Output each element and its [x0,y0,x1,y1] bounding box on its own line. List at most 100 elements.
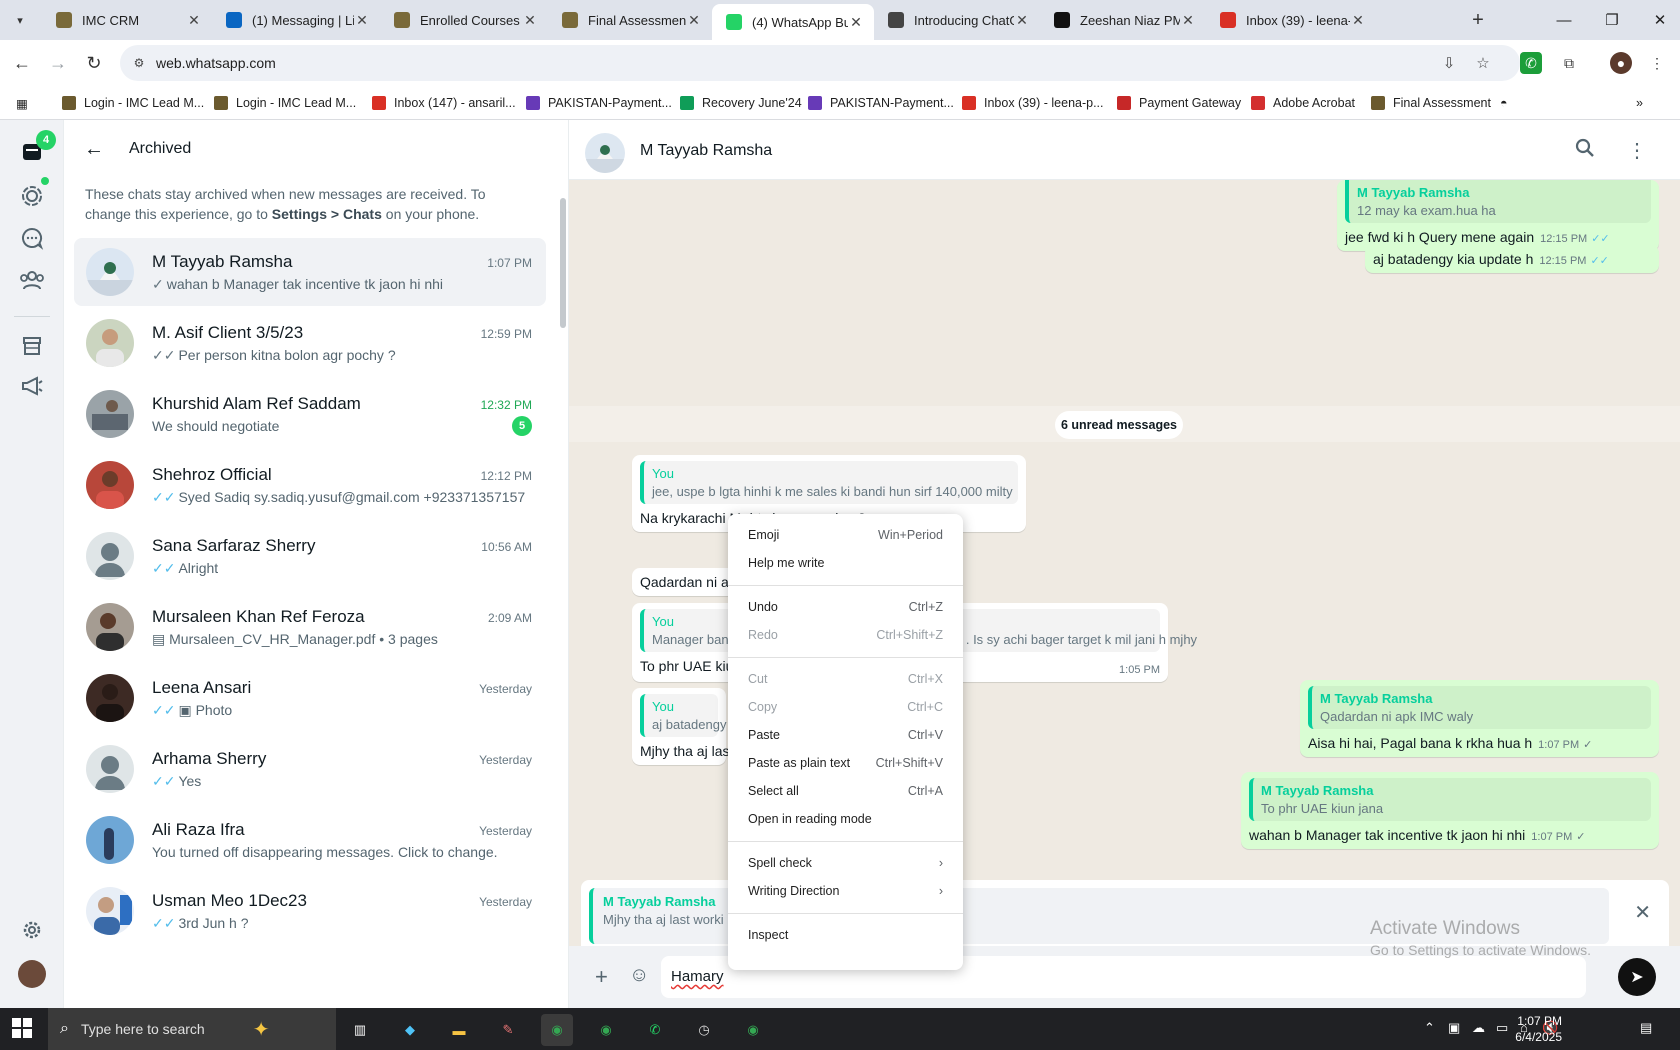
quoted-message[interactable]: M Tayyab Ramsha To phr UAE kiun jana [1249,778,1651,821]
chrome-taskbar-icon[interactable]: ◉ [541,1014,573,1046]
context-menu-item[interactable]: Paste as plain text Ctrl+Shift+V [728,750,963,776]
bookmarks-overflow-icon[interactable]: » [1636,92,1643,114]
chat-list-item[interactable]: M Tayyab Ramsha 1:07 PM ✓ wahan b Manager t… [74,238,546,306]
send-button[interactable]: ➤ [1618,958,1656,996]
context-menu-item[interactable]: Emoji Win+Period [728,522,963,548]
apps-grid-icon[interactable]: ▦ [16,92,28,114]
browser-tab[interactable]: Zeeshan Niaz PMP |✕ [1040,4,1206,36]
quoted-message[interactable]: You jee, uspe b lgta hinhi k me sales ki … [640,461,1018,504]
address-bar[interactable]: ⚙ web.whatsapp.com ⇩ ☆ [120,45,1520,81]
menu-dots-icon[interactable]: ⋮ [1627,138,1647,163]
restore-icon[interactable]: ❐ [1600,8,1624,32]
extension-whatsapp-icon[interactable]: ✆ [1520,52,1542,74]
close-window-icon[interactable]: ✕ [1648,8,1672,32]
tab-close-icon[interactable]: ✕ [1350,12,1366,29]
status-icon[interactable] [18,182,46,210]
context-menu-item[interactable]: Writing Direction › [728,878,963,904]
tray-overflow-icon[interactable]: ⌃ [1424,1020,1435,1036]
profile-avatar[interactable]: ● [1610,52,1632,74]
chat-list-item[interactable]: Arhama Sherry Yesterday ✓✓ Yes [74,735,546,803]
task-view-icon[interactable]: ▥ [344,1014,376,1046]
windows-start-icon[interactable] [12,1018,34,1040]
clock-app-taskbar-icon[interactable]: ◷ [688,1014,720,1046]
minimize-icon[interactable]: — [1552,8,1576,32]
quoted-message[interactable]: M Tayyab Ramsha Qadardan ni apk IMC waly [1308,686,1651,729]
bookmark-item[interactable]: Login - IMC Lead M... [62,92,204,114]
bookmark-item[interactable]: Recovery June'24 [680,92,802,114]
chat-list-item[interactable]: Shehroz Official 12:12 PM ✓✓ Syed Sadiq sy.… [74,451,546,519]
context-menu-item[interactable]: Cut Ctrl+X [728,666,963,692]
bookmark-item[interactable]: Final Assessment [1371,92,1491,114]
context-menu-item[interactable]: Inspect [728,922,963,948]
tab-close-icon[interactable]: ✕ [686,12,702,29]
reload-icon[interactable]: ↻ [80,49,108,77]
context-menu-item[interactable]: Select all Ctrl+A [728,778,963,804]
forward-icon[interactable]: → [44,49,72,77]
advertise-icon[interactable] [18,372,46,400]
bookmark-item[interactable]: PAKISTAN-Payment... [526,92,672,114]
bookmark-item[interactable]: PAKISTAN-Payment... [808,92,954,114]
chat-list-item[interactable]: Ali Raza Ifra Yesterday You turned off dis… [74,806,546,874]
chat-list-item[interactable]: Khurshid Alam Ref Saddam 12:32 PM We shoul… [74,380,546,448]
message-bubble[interactable]: aj batadengy kia update h 12:15 PM ✓✓ [1365,245,1659,273]
bookmark-item[interactable]: Inbox (147) - ansaril... [372,92,516,114]
chat-list-item[interactable]: Usman Meo 1Dec23 Yesterday ✓✓ 3rd Jun h ? [74,877,546,945]
bookmark-item[interactable]: Adobe Acrobat [1251,92,1355,114]
context-menu-item[interactable]: Paste Ctrl+V [728,722,963,748]
bookmark-item[interactable]: Inbox (39) - leena-p... [962,92,1104,114]
settings-icon[interactable] [18,916,46,944]
context-menu-item[interactable]: Open in reading mode [728,806,963,832]
search-icon[interactable] [1575,138,1595,164]
bookmark-item[interactable]: Login - IMC Lead M... [214,92,356,114]
message-bubble[interactable]: M Tayyab Ramsha To phr UAE kiun jana wahan… [1241,772,1659,849]
taskbar-search-box[interactable]: ⌕ Type here to search ✦ [48,1008,336,1050]
install-app-icon[interactable]: ⇩ [1440,54,1458,72]
chat-list-item[interactable]: Leena Ansari Yesterday ✓✓ ▣ Photo [74,664,546,732]
context-menu-item[interactable]: Copy Ctrl+C [728,694,963,720]
chat-list-item[interactable]: Mursaleen Khan Ref Feroza 2:09 AM ▤ Mursal… [74,593,546,661]
context-menu-item[interactable]: Redo Ctrl+Shift+Z [728,622,963,648]
bookmark-extra-icon[interactable]: ◓ [1500,92,1508,114]
browser-tab[interactable]: Enrolled Courses | IM✕ [380,4,548,36]
tab-close-icon[interactable]: ✕ [1014,12,1030,29]
catalog-store-icon[interactable] [18,332,46,360]
notifications-icon[interactable]: ▤ [1640,1020,1652,1036]
bookmark-item[interactable]: Payment Gateway [1117,92,1241,114]
site-info-icon[interactable]: ⚙ [130,54,148,72]
extensions-puzzle-icon[interactable]: ⧉ [1558,52,1580,74]
emoji-icon[interactable]: ☺ [629,964,649,987]
close-reply-icon[interactable]: ✕ [1634,900,1651,925]
new-tab-button[interactable]: + [1466,8,1490,32]
channels-icon[interactable] [18,224,46,252]
browser-tab[interactable]: Introducing ChatGP✕ [874,4,1040,36]
tab-search-icon[interactable]: ▾ [8,8,32,32]
quoted-message[interactable]: M Tayyab Ramsha 12 may ka exam.hua ha [1345,180,1651,223]
tab-close-icon[interactable]: ✕ [354,12,370,29]
message-bubble[interactable]: M Tayyab Ramsha 12 may ka exam.hua ha jee … [1337,180,1659,251]
back-arrow-icon[interactable]: ← [84,138,104,161]
browser-tab[interactable]: (1) Messaging | Link✕ [212,4,380,36]
browser-tab[interactable]: Inbox (39) - leena-p ✕ [1206,4,1376,36]
copilot-icon[interactable]: ◆ [394,1014,426,1046]
back-icon[interactable]: ← [8,49,36,77]
conversation-header[interactable]: M Tayyab Ramsha ⋮ [569,120,1680,180]
bookmark-star-icon[interactable]: ☆ [1474,54,1492,72]
chrome-profile-taskbar-icon[interactable]: ◉ [590,1014,622,1046]
browser-tab[interactable]: Final Assessment ✕ [548,4,712,36]
whatsapp-taskbar-icon[interactable]: ✆ [639,1014,671,1046]
browser-menu-icon[interactable]: ⋮ [1646,52,1668,74]
contact-avatar[interactable] [585,133,625,173]
attach-plus-icon[interactable]: + [595,964,608,990]
tray-meet-icon[interactable]: ▣ [1448,1020,1460,1036]
tab-close-icon[interactable]: ✕ [1180,12,1196,29]
quoted-message[interactable]: You aj batadengy k [640,694,737,737]
browser-tab[interactable]: IMC CRM ✕ [42,4,212,36]
pinned-app-icon[interactable]: ✎ [492,1014,524,1046]
context-menu-item[interactable]: Spell check › [728,850,963,876]
context-menu-item[interactable]: Undo Ctrl+Z [728,594,963,620]
communities-icon[interactable] [18,266,46,294]
tab-close-icon[interactable]: ✕ [186,12,202,29]
chat-list-item[interactable]: Sana Sarfaraz Sherry 10:56 AM ✓✓ Alright [74,522,546,590]
browser-tab[interactable]: (4) WhatsApp Busine✕ [712,4,874,40]
taskbar-clock[interactable]: 1:07 PM 6/4/2025 [1480,1013,1562,1045]
